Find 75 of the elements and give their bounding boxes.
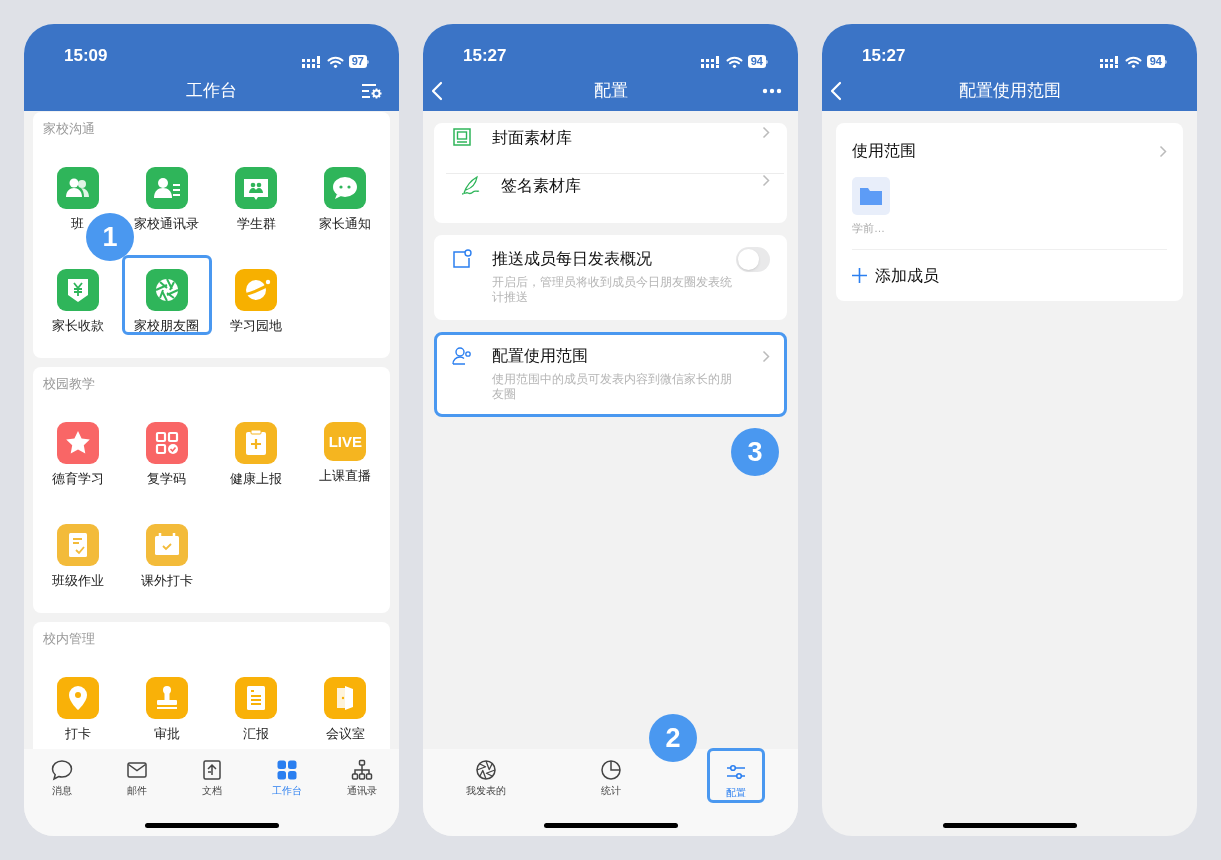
signal-icon — [1099, 55, 1120, 68]
add-member-button[interactable]: 添加成员 — [852, 249, 1167, 301]
grid-icon — [274, 758, 299, 782]
app-tile[interactable]: 复学码 — [122, 408, 212, 488]
tab[interactable]: 消息 — [49, 749, 74, 804]
status-time: 15:27 — [862, 44, 906, 67]
feather-icon — [460, 174, 482, 196]
app-tile[interactable]: 打卡 — [33, 663, 123, 743]
cover-icon — [451, 126, 473, 148]
screen-title: 配置使用范围 — [958, 79, 1061, 102]
battery-level: 97 — [348, 55, 367, 68]
tab[interactable]: 邮件 — [124, 749, 149, 804]
app-tile[interactable]: 班级作业 — [33, 510, 123, 590]
screen-title: 工作台 — [186, 79, 237, 102]
member-name: 学前… — [852, 221, 885, 235]
chevron-icon — [762, 350, 770, 363]
more-icon[interactable] — [762, 87, 782, 94]
plus-icon — [852, 268, 867, 283]
pie-chart-icon — [598, 758, 623, 782]
row-label: 签名素材库 — [501, 176, 582, 196]
row-description: 使用范围中的成员可发表内容到微信家长的朋友圈 — [492, 372, 733, 402]
app-tile[interactable]: 家长通知 — [300, 153, 390, 233]
app-tile[interactable]: 学习园地 — [211, 255, 301, 335]
status-time: 15:09 — [64, 44, 108, 67]
settings-row[interactable]: 签名素材库 — [446, 173, 784, 220]
chevron-icon — [762, 174, 770, 187]
screen-title: 配置 — [593, 79, 628, 102]
settings-icon[interactable] — [361, 81, 383, 100]
settings-row[interactable]: 推送成员每日发表概况 开启后，管理员将收到成员今日朋友圈发表统计推送 — [437, 238, 784, 317]
app-tile[interactable]: 审批 — [122, 663, 212, 743]
document-dot-icon — [451, 248, 473, 270]
battery-level: 94 — [747, 55, 766, 68]
battery-level: 94 — [1146, 55, 1165, 68]
section-title: 校园教学 — [42, 375, 96, 393]
scope-row[interactable]: 使用范围 — [852, 123, 1167, 177]
live-label: LIVE — [328, 434, 363, 449]
row-label: 封面素材库 — [492, 128, 573, 148]
org-chart-icon — [349, 758, 374, 782]
app-tile[interactable]: 学生群 — [211, 153, 301, 233]
member-avatar — [852, 177, 890, 215]
app-tile[interactable]: 汇报 — [211, 663, 301, 743]
app-tile[interactable]: 健康上报 — [211, 408, 301, 488]
settings-row[interactable]: 配置使用范围 使用范围中的成员可发表内容到微信家长的朋友圈 — [437, 335, 784, 414]
tab[interactable]: 我发表的 — [465, 749, 506, 804]
wifi-icon — [725, 55, 743, 68]
section-title: 校内管理 — [42, 630, 96, 648]
app-tile[interactable]: 家校朋友圈 — [122, 255, 212, 335]
tab[interactable]: 配置 — [706, 748, 765, 803]
section-title: 家校沟通 — [42, 120, 96, 138]
row-label: 推送成员每日发表概况 — [492, 249, 653, 269]
back-icon[interactable] — [431, 80, 443, 101]
tab[interactable]: 工作台 — [271, 749, 302, 804]
tab[interactable]: 通讯录 — [346, 749, 377, 804]
step-marker: 3 — [731, 428, 779, 476]
app-tile[interactable]: 会议室 — [300, 663, 390, 743]
wifi-icon — [326, 55, 344, 68]
chevron-icon — [762, 126, 770, 139]
tab[interactable]: 文档 — [199, 749, 224, 804]
toggle-switch[interactable] — [736, 247, 770, 272]
row-label: 配置使用范围 — [492, 346, 589, 366]
status-time: 15:27 — [463, 44, 507, 67]
settings-row[interactable]: 封面素材库 — [437, 126, 784, 173]
app-tile[interactable]: 德育学习 — [33, 408, 123, 488]
row-description: 开启后，管理员将收到成员今日朋友圈发表统计推送 — [492, 275, 733, 305]
app-tile[interactable]: LIVE 上课直播 — [300, 408, 390, 488]
chevron-icon — [1159, 144, 1167, 158]
back-icon[interactable] — [830, 80, 842, 101]
tab[interactable]: 统计 — [598, 749, 623, 804]
chat-bubble-icon — [49, 758, 74, 782]
step-marker: 2 — [649, 714, 697, 762]
signal-icon — [700, 55, 721, 68]
aperture-icon — [473, 758, 498, 782]
app-tile[interactable]: 课外打卡 — [122, 510, 212, 590]
wifi-icon — [1124, 55, 1142, 68]
signal-icon — [301, 55, 322, 68]
